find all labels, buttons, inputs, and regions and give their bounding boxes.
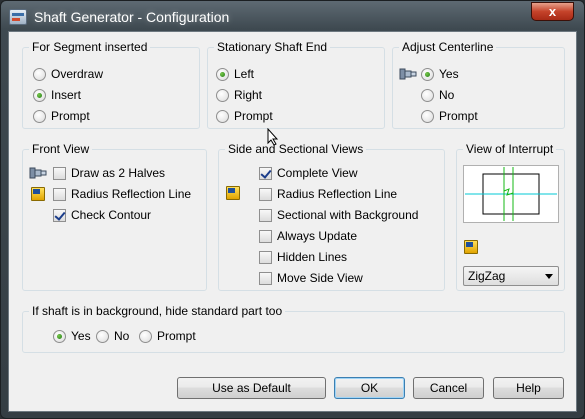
stationary-right-radio[interactable]: Right bbox=[216, 87, 262, 103]
cancel-button[interactable]: Cancel bbox=[413, 377, 484, 399]
centerline-no-radio[interactable]: No bbox=[421, 87, 454, 103]
checkbox-indicator[interactable] bbox=[259, 271, 272, 285]
checkbox-label: Radius Reflection Line bbox=[71, 187, 192, 201]
radio-indicator[interactable] bbox=[421, 109, 434, 123]
layer-icon bbox=[226, 186, 240, 200]
use-as-default-button[interactable]: Use as Default bbox=[177, 377, 326, 399]
checkbox-indicator[interactable] bbox=[259, 187, 272, 201]
radio-indicator[interactable] bbox=[421, 67, 434, 81]
checkbox-label: Check Contour bbox=[71, 208, 152, 222]
stationary-left-radio[interactable]: Left bbox=[216, 66, 254, 82]
interrupt-style-select[interactable]: ZigZag bbox=[463, 266, 559, 286]
chevron-down-icon[interactable] bbox=[545, 274, 553, 279]
centerline-yes-radio[interactable]: Yes bbox=[421, 66, 459, 82]
radio-indicator[interactable] bbox=[33, 109, 46, 123]
stationary-prompt-radio[interactable]: Prompt bbox=[216, 108, 273, 124]
checkbox-label: Move Side View bbox=[277, 271, 363, 285]
side-complete-view-checkbox[interactable]: Complete View bbox=[259, 165, 357, 181]
layer-icon bbox=[464, 240, 478, 254]
radio-indicator[interactable] bbox=[216, 109, 229, 123]
centerline-group: Adjust Centerline Yes No Prompt bbox=[392, 40, 565, 129]
side-radius-reflection-checkbox[interactable]: Radius Reflection Line bbox=[259, 186, 397, 202]
segment-group-title: For Segment inserted bbox=[29, 40, 151, 54]
radio-label: Right bbox=[234, 88, 263, 102]
side-view-group: Side and Sectional Views Complete View R… bbox=[218, 142, 445, 291]
checkbox-label: Radius Reflection Line bbox=[277, 187, 398, 201]
stationary-group-title: Stationary Shaft End bbox=[214, 40, 331, 54]
centerline-prompt-radio[interactable]: Prompt bbox=[421, 108, 478, 124]
checkbox-indicator[interactable] bbox=[259, 250, 272, 264]
segment-group: For Segment inserted Overdraw Insert Pro… bbox=[22, 40, 200, 129]
checkbox-indicator[interactable] bbox=[259, 166, 272, 180]
radio-label: Prompt bbox=[157, 329, 196, 343]
select-value: ZigZag bbox=[468, 269, 506, 283]
shaft-icon bbox=[29, 167, 47, 179]
interrupt-group: View of Interrupt ZigZag bbox=[456, 142, 565, 291]
segment-overdraw-radio[interactable]: Overdraw bbox=[33, 66, 103, 82]
front-view-group-title: Front View bbox=[29, 142, 93, 156]
side-view-group-title: Side and Sectional Views bbox=[225, 142, 367, 156]
segment-prompt-radio[interactable]: Prompt bbox=[33, 108, 90, 124]
side-sectional-background-checkbox[interactable]: Sectional with Background bbox=[259, 207, 418, 223]
radio-label: Left bbox=[234, 67, 255, 81]
radio-indicator[interactable] bbox=[96, 329, 109, 343]
shaft-icon bbox=[399, 68, 417, 80]
radio-label: Insert bbox=[51, 88, 82, 102]
radio-indicator[interactable] bbox=[33, 88, 46, 102]
mouse-cursor-icon bbox=[267, 128, 279, 146]
stationary-group: Stationary Shaft End Left Right Prompt bbox=[207, 40, 385, 129]
side-always-update-checkbox[interactable]: Always Update bbox=[259, 228, 357, 244]
side-move-side-view-checkbox[interactable]: Move Side View bbox=[259, 270, 363, 286]
checkbox-indicator[interactable] bbox=[259, 229, 272, 243]
title-bar[interactable]: Shaft Generator - Configuration x bbox=[1, 1, 584, 31]
segment-insert-radio[interactable]: Insert bbox=[33, 87, 81, 103]
checkbox-indicator[interactable] bbox=[53, 208, 66, 222]
app-icon bbox=[9, 9, 27, 25]
layer-icon bbox=[31, 187, 45, 201]
front-radius-reflection-checkbox[interactable]: Radius Reflection Line bbox=[53, 186, 191, 202]
close-button[interactable]: x bbox=[531, 2, 574, 21]
centerline-group-title: Adjust Centerline bbox=[399, 40, 497, 54]
radio-indicator[interactable] bbox=[421, 88, 434, 102]
radio-indicator[interactable] bbox=[216, 67, 229, 81]
dialog-window: Shaft Generator - Configuration x For Se… bbox=[0, 0, 585, 419]
background-group-title: If shaft is in background, hide standard… bbox=[29, 304, 286, 318]
radio-label: Prompt bbox=[51, 109, 90, 123]
background-yes-radio[interactable]: Yes bbox=[53, 328, 91, 344]
ok-button[interactable]: OK bbox=[334, 377, 405, 399]
checkbox-label: Always Update bbox=[277, 229, 358, 243]
help-button[interactable]: Help bbox=[493, 377, 564, 399]
checkbox-label: Draw as 2 Halves bbox=[71, 166, 166, 180]
radio-label: Prompt bbox=[234, 109, 273, 123]
radio-label: No bbox=[114, 329, 130, 343]
checkbox-label: Sectional with Background bbox=[277, 208, 419, 222]
radio-label: Yes bbox=[439, 67, 459, 81]
interrupt-preview-icon bbox=[463, 165, 559, 223]
checkbox-indicator[interactable] bbox=[53, 187, 66, 201]
radio-indicator[interactable] bbox=[139, 329, 152, 343]
checkbox-indicator[interactable] bbox=[53, 166, 66, 180]
background-group: If shaft is in background, hide standard… bbox=[22, 304, 565, 353]
radio-indicator[interactable] bbox=[216, 88, 229, 102]
radio-label: Yes bbox=[71, 329, 91, 343]
front-check-contour-checkbox[interactable]: Check Contour bbox=[53, 207, 151, 223]
front-view-group: Front View Draw as 2 Halves Radius Refle… bbox=[22, 142, 207, 291]
radio-indicator[interactable] bbox=[33, 67, 46, 81]
radio-indicator[interactable] bbox=[53, 329, 66, 343]
background-no-radio[interactable]: No bbox=[96, 328, 129, 344]
background-prompt-radio[interactable]: Prompt bbox=[139, 328, 196, 344]
window-title: Shaft Generator - Configuration bbox=[34, 9, 230, 25]
radio-label: Prompt bbox=[439, 109, 478, 123]
interrupt-group-title: View of Interrupt bbox=[463, 142, 557, 156]
checkbox-indicator[interactable] bbox=[259, 208, 272, 222]
radio-label: Overdraw bbox=[51, 67, 104, 81]
front-draw-halves-checkbox[interactable]: Draw as 2 Halves bbox=[53, 165, 165, 181]
dialog-client: For Segment inserted Overdraw Insert Pro… bbox=[8, 31, 577, 412]
checkbox-label: Complete View bbox=[277, 166, 358, 180]
side-hidden-lines-checkbox[interactable]: Hidden Lines bbox=[259, 249, 347, 265]
radio-label: No bbox=[439, 88, 455, 102]
checkbox-label: Hidden Lines bbox=[277, 250, 348, 264]
